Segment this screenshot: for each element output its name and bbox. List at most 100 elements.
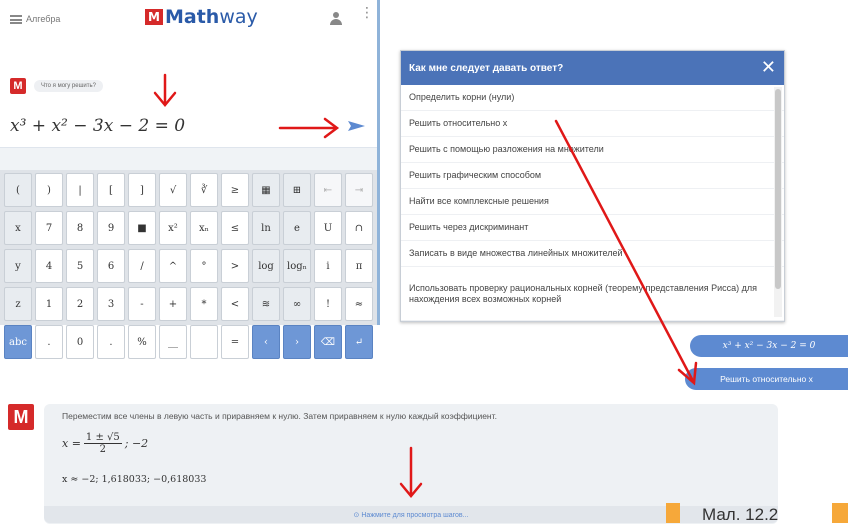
keypad-key[interactable]: % [128,325,156,359]
scrollbar[interactable] [774,87,782,317]
chat-hint-row: M Что я могу решить? [10,78,103,94]
keypad-key[interactable]: ( [4,173,32,207]
keypad-key[interactable]: * [190,287,218,321]
approximate-solution: x ≈ −2; 1,618033; −0,618033 [62,474,207,485]
keypad-key[interactable]: ⇤ [314,173,342,207]
mathway-avatar: M [10,78,26,94]
keypad-key[interactable]: / [128,249,156,283]
keypad-key[interactable]: xₙ [190,211,218,245]
keypad-key[interactable]: . [97,325,125,359]
keypad-key[interactable]: 7 [35,211,63,245]
keypad-key[interactable]: ‹ [252,325,280,359]
hamburger-menu-icon[interactable] [10,14,22,24]
keypad-key[interactable]: ≥ [221,173,249,207]
keypad-key[interactable]: ≤ [221,211,249,245]
method-option[interactable]: Использовать проверку рациональных корне… [401,267,784,321]
keypad-key[interactable]: 0 [66,325,94,359]
keypad-key[interactable]: log [252,249,280,283]
keypad-key[interactable]: logₙ [283,249,311,283]
caption-marker-right [832,503,848,523]
keypad-key[interactable]: __ [159,325,187,359]
keypad-key[interactable]: ) [35,173,63,207]
fraction: 1 ± √5 2 [83,432,122,455]
keypad-key[interactable]: ∩ [345,211,373,245]
method-option[interactable]: Найти все комплексные решения [401,189,784,215]
exact-solution: x = 1 ± √5 2 ; −2 [62,432,148,455]
user-equation-bubble: x³ + x² − 3x − 2 = 0 [690,335,848,357]
more-menu-icon[interactable]: ⋮ [360,5,374,19]
keypad-key[interactable]: √ [159,173,187,207]
keypad-key[interactable]: z [4,287,32,321]
keypad-key[interactable]: i [314,249,342,283]
caption-marker-left [666,503,680,523]
keypad-key[interactable]: 1 [35,287,63,321]
keypad-key[interactable]: . [35,325,63,359]
close-icon[interactable]: ✕ [761,58,776,76]
keypad-key[interactable]: ⇥ [345,173,373,207]
keypad-key[interactable]: ln [252,211,280,245]
keypad-key[interactable]: x² [159,211,187,245]
keypad-key[interactable]: 3 [97,287,125,321]
send-icon[interactable] [346,118,368,134]
keypad-key[interactable]: ↵ [345,325,373,359]
scrollbar-thumb[interactable] [775,89,781,289]
keypad-key[interactable] [190,325,218,359]
keypad-key[interactable]: ▦ [252,173,280,207]
dialog-header: Как мне следует давать ответ? ✕ [401,51,784,85]
answer-method-dialog: Как мне следует давать ответ? ✕ Определи… [400,50,785,322]
user-icon[interactable] [330,12,342,26]
mathway-avatar: M [8,404,34,430]
keypad-key[interactable]: y [4,249,32,283]
keypad-key[interactable]: = [221,325,249,359]
hint-bubble[interactable]: Что я могу решить? [34,80,103,92]
keypad-key[interactable]: 8 [66,211,94,245]
keypad-key[interactable]: U [314,211,342,245]
keypad: () |[] √ ∛ ≥ ▦ ⊞ ⇤ ⇥ x 7 8 9 ■ x² xₙ ≤ ln e U ∩ y 4 5 6/^ ° > log lo… [0,170,377,359]
keypad-key[interactable]: 9 [97,211,125,245]
keypad-key[interactable]: | [66,173,94,207]
keypad-key[interactable]: ∛ [190,173,218,207]
keypad-key[interactable]: 6 [97,249,125,283]
subject-label[interactable]: Алгебра [26,14,60,24]
method-option[interactable]: Решить относительно x [401,111,784,137]
equation-input[interactable]: x³ + x² − 3x − 2 = 0 [10,116,185,136]
keypad-key[interactable]: x [4,211,32,245]
keypad-key[interactable]: 4 [35,249,63,283]
keypad-key[interactable]: 2 [66,287,94,321]
keypad-key[interactable]: abc [4,325,32,359]
keypad-key[interactable]: ■ [128,211,156,245]
keypad-key[interactable]: ^ [159,249,187,283]
keypad-key[interactable]: [ [97,173,125,207]
user-command-bubble: Решить относительно x [685,368,848,390]
method-list: Определить корни (нули) Решить относитель… [401,85,784,321]
numerator: 1 ± √5 [83,432,122,444]
method-option[interactable]: Решить графическим способом [401,163,784,189]
keypad-key[interactable]: 5 [66,249,94,283]
method-option[interactable]: Решить через дискриминант [401,215,784,241]
keypad-key[interactable]: e [283,211,311,245]
keypad-key[interactable]: π [345,249,373,283]
keypad-key[interactable]: › [283,325,311,359]
keypad-key[interactable]: + [159,287,187,321]
keypad-key[interactable]: > [221,249,249,283]
keypad-key[interactable]: ⌫ [314,325,342,359]
keypad-key[interactable]: ≋ [252,287,280,321]
keypad-key[interactable]: - [128,287,156,321]
method-option[interactable]: Решить с помощью разложения на множители [401,137,784,163]
second-root: ; −2 [124,437,149,450]
keypad-key[interactable]: < [221,287,249,321]
keypad-key[interactable]: ! [314,287,342,321]
method-option[interactable]: Записать в виде множества линейных множи… [401,241,784,267]
keypad-key[interactable]: ∞ [283,287,311,321]
dialog-title: Как мне следует давать ответ? [409,62,564,74]
top-bar: Алгебра M Math way ⋮ [0,0,377,38]
keypad-key[interactable]: ] [128,173,156,207]
keypad-key[interactable]: ⊞ [283,173,311,207]
keypad-key[interactable]: ° [190,249,218,283]
mathway-logo: M Math way [145,6,258,28]
denominator: 2 [99,444,107,455]
method-option[interactable]: Определить корни (нули) [401,85,784,111]
keypad-tabs [0,148,377,170]
keypad-key[interactable]: ≈ [345,287,373,321]
x-label: x = [62,437,81,450]
